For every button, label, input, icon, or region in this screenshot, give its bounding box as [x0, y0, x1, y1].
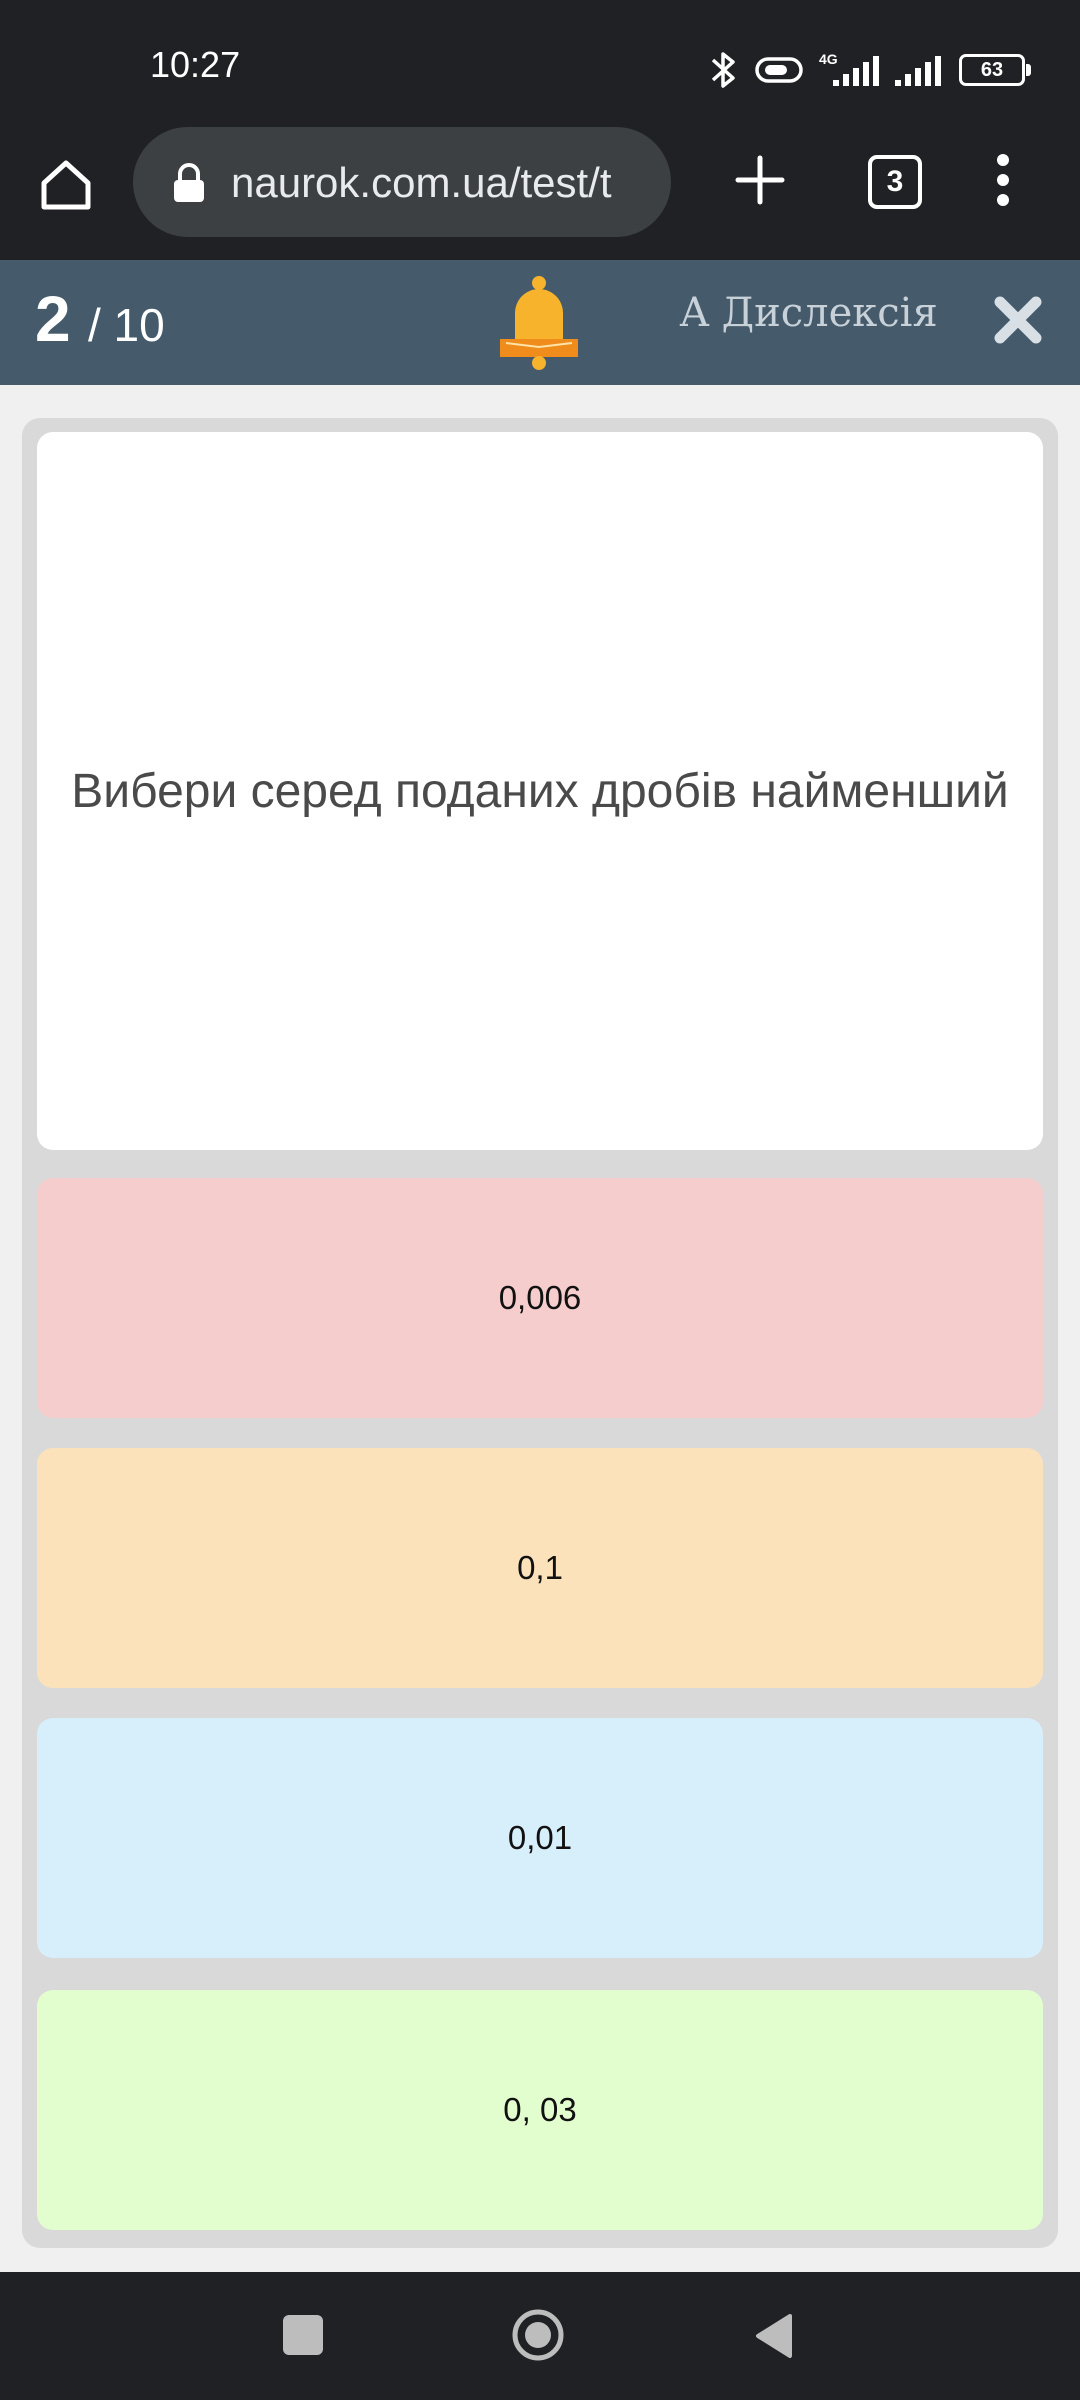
signal-4g-icon: 4G	[817, 50, 881, 90]
answer-label: 0, 03	[503, 2091, 577, 2128]
browser-toolbar: naurok.com.ua/test/t 3	[0, 125, 1080, 260]
plus-icon	[735, 155, 785, 205]
quiz-card: Вибери серед поданих дробів найменший 0,…	[22, 418, 1058, 2248]
recents-button[interactable]	[283, 2315, 323, 2355]
answer-label: 0,1	[517, 1549, 563, 1586]
system-nav-bar	[0, 2272, 1080, 2400]
status-bar: 10:27 4G 63	[0, 0, 1080, 125]
close-button[interactable]	[990, 292, 1046, 348]
answer-label: 0,01	[507, 1819, 573, 1856]
progress-current: 2	[35, 283, 71, 355]
bluetooth-icon	[707, 50, 741, 90]
new-tab-button[interactable]	[730, 150, 790, 210]
browser-menu-button[interactable]	[988, 150, 1018, 210]
home-button[interactable]	[36, 155, 96, 215]
battery-level: 63	[980, 58, 1004, 81]
answer-option-2[interactable]: 0,1	[37, 1448, 1043, 1688]
dyslexia-toggle[interactable]: A Дислексія	[680, 290, 938, 336]
answer-option-4[interactable]: 0, 03	[37, 1990, 1043, 2230]
address-bar[interactable]: naurok.com.ua/test/t	[133, 127, 671, 237]
url-text: naurok.com.ua/test/t	[231, 159, 612, 206]
bell-icon	[498, 273, 580, 373]
question-box: Вибери серед поданих дробів найменший	[37, 432, 1043, 1150]
question-text: Вибери серед поданих дробів найменший	[71, 764, 1009, 818]
more-vert-icon	[997, 154, 1009, 206]
answer-label: 0,006	[498, 1279, 582, 1316]
tab-switcher-button[interactable]: 3	[868, 155, 922, 209]
signal-icon	[893, 50, 947, 90]
status-icons: 4G 63	[707, 45, 1031, 95]
back-button[interactable]	[752, 2312, 794, 2360]
network-type-label: 4G	[819, 51, 838, 67]
answer-option-3[interactable]: 0,01	[37, 1718, 1043, 1958]
status-time: 10:27	[150, 44, 241, 85]
home-icon	[41, 160, 91, 210]
answer-option-1[interactable]: 0,006	[37, 1178, 1043, 1418]
nav-home-button[interactable]	[510, 2307, 566, 2363]
nav-home-icon	[512, 2309, 564, 2361]
vibrate-icon	[753, 52, 805, 88]
close-icon	[994, 296, 1042, 344]
progress-total: / 10	[88, 299, 165, 351]
lock-icon	[174, 163, 204, 202]
back-triangle-icon	[756, 2314, 792, 2358]
battery-icon: 63	[959, 54, 1031, 86]
quiz-header: 2 / 10 A Дислексія	[0, 260, 1080, 385]
